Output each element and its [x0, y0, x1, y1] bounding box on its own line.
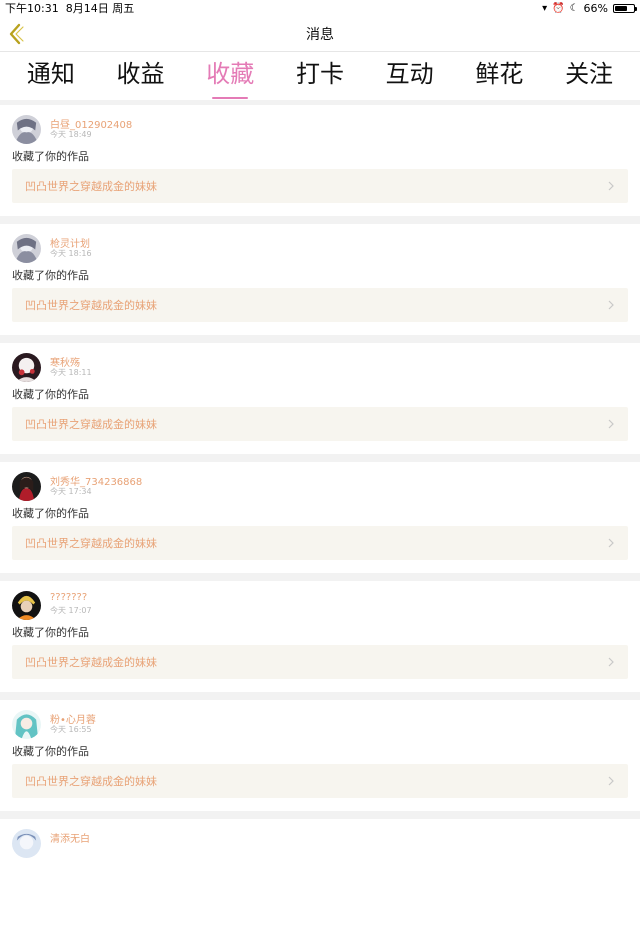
- list-item: 寒秋殇 今天 18:11 收藏了你的作品 凹凸世界之穿越成金的妹妹: [0, 343, 640, 454]
- back-arrow-icon[interactable]: [6, 22, 26, 46]
- action-text: 收藏了你的作品: [12, 745, 89, 758]
- alarm-icon: ⏰: [552, 2, 565, 14]
- user-name[interactable]: ???????: [50, 592, 87, 603]
- work-title: 凹凸世界之穿越成金的妹妹: [25, 656, 157, 669]
- tab-notice[interactable]: 通知: [11, 52, 91, 96]
- chevron-right-icon: [608, 538, 614, 548]
- work-title: 凹凸世界之穿越成金的妹妹: [25, 537, 157, 550]
- work-link[interactable]: 凹凸世界之穿越成金的妹妹: [12, 526, 628, 560]
- work-link[interactable]: 凹凸世界之穿越成金的妹妹: [12, 407, 628, 441]
- user-name[interactable]: 清添无白: [50, 830, 90, 845]
- work-link[interactable]: 凹凸世界之穿越成金的妹妹: [12, 288, 628, 322]
- status-indicators: ▾ ⏰ ☾ 66%: [542, 1, 637, 15]
- work-link[interactable]: 凹凸世界之穿越成金的妹妹: [12, 645, 628, 679]
- work-link[interactable]: 凹凸世界之穿越成金的妹妹: [12, 764, 628, 798]
- tab-checkin[interactable]: 打卡: [280, 52, 360, 96]
- avatar[interactable]: [12, 472, 41, 501]
- chevron-right-icon: [608, 657, 614, 667]
- timestamp: 今天 16:55: [50, 725, 92, 734]
- status-bar: 下午10:31 8月14日 周五 ▾ ⏰ ☾ 66%: [0, 0, 640, 16]
- tab-flowers[interactable]: 鲜花: [459, 52, 539, 96]
- list-item: 白昼_012902408 今天 18:49 收藏了你的作品 凹凸世界之穿越成金的妹妹: [0, 105, 640, 216]
- battery-percent: 66%: [583, 1, 608, 15]
- action-text: 收藏了你的作品: [12, 269, 89, 282]
- chevron-right-icon: [608, 181, 614, 191]
- work-title: 凹凸世界之穿越成金的妹妹: [25, 775, 157, 788]
- tab-bar: 通知 收益 收藏 打卡 互动 鲜花 关注: [0, 52, 640, 100]
- avatar[interactable]: [12, 591, 41, 620]
- timestamp: 今天 17:07: [50, 606, 92, 615]
- timestamp: 今天 18:11: [50, 368, 92, 377]
- tab-favorites[interactable]: 收藏: [190, 52, 270, 99]
- work-title: 凹凸世界之穿越成金的妹妹: [25, 180, 157, 193]
- tab-follow[interactable]: 关注: [549, 52, 629, 96]
- action-text: 收藏了你的作品: [12, 507, 89, 520]
- action-text: 收藏了你的作品: [12, 626, 89, 639]
- avatar[interactable]: [12, 353, 41, 382]
- chevron-right-icon: [608, 776, 614, 786]
- work-title: 凹凸世界之穿越成金的妹妹: [25, 418, 157, 431]
- tab-earnings[interactable]: 收益: [101, 52, 181, 96]
- wifi-icon: ▾: [542, 2, 548, 14]
- page-title: 消息: [306, 26, 334, 43]
- list-item: 枪灵计划 今天 18:16 收藏了你的作品 凹凸世界之穿越成金的妹妹: [0, 224, 640, 335]
- chevron-right-icon: [608, 419, 614, 429]
- action-text: 收藏了你的作品: [12, 150, 89, 163]
- avatar[interactable]: [12, 710, 41, 739]
- list-item: ??????? 今天 17:07 收藏了你的作品凹凸世界之穿越成金的妹妹: [0, 581, 640, 692]
- chevron-right-icon: [608, 300, 614, 310]
- list-item: 清添无白: [0, 819, 640, 930]
- avatar[interactable]: [12, 115, 41, 144]
- timestamp: 今天 18:49: [50, 130, 92, 139]
- timestamp: 今天 18:16: [50, 249, 92, 258]
- list-item: 粉•心月蓉 今天 16:55 收藏了你的作品 凹凸世界之穿越成金的妹妹: [0, 700, 640, 811]
- battery-icon: [613, 3, 637, 13]
- nav-bar: 消息: [0, 16, 640, 52]
- work-title: 凹凸世界之穿越成金的妹妹: [25, 299, 157, 312]
- work-link[interactable]: 凹凸世界之穿越成金的妹妹: [12, 169, 628, 203]
- avatar[interactable]: [12, 234, 41, 263]
- avatar[interactable]: [12, 829, 41, 858]
- timestamp: 今天 17:34: [50, 487, 92, 496]
- tab-interaction[interactable]: 互动: [370, 52, 450, 96]
- moon-icon: ☾: [569, 2, 579, 14]
- list-item: 刘秀华_734236868 今天 17:34 收藏了你的作品 凹凸世界之穿越成金的妹妹: [0, 462, 640, 573]
- favorites-list: 白昼_012902408 今天 18:49 收藏了你的作品 凹凸世界之穿越成金的妹妹枪…: [0, 100, 640, 930]
- status-time: 下午10:31 8月14日 周五: [5, 2, 135, 15]
- action-text: 收藏了你的作品: [12, 388, 89, 401]
